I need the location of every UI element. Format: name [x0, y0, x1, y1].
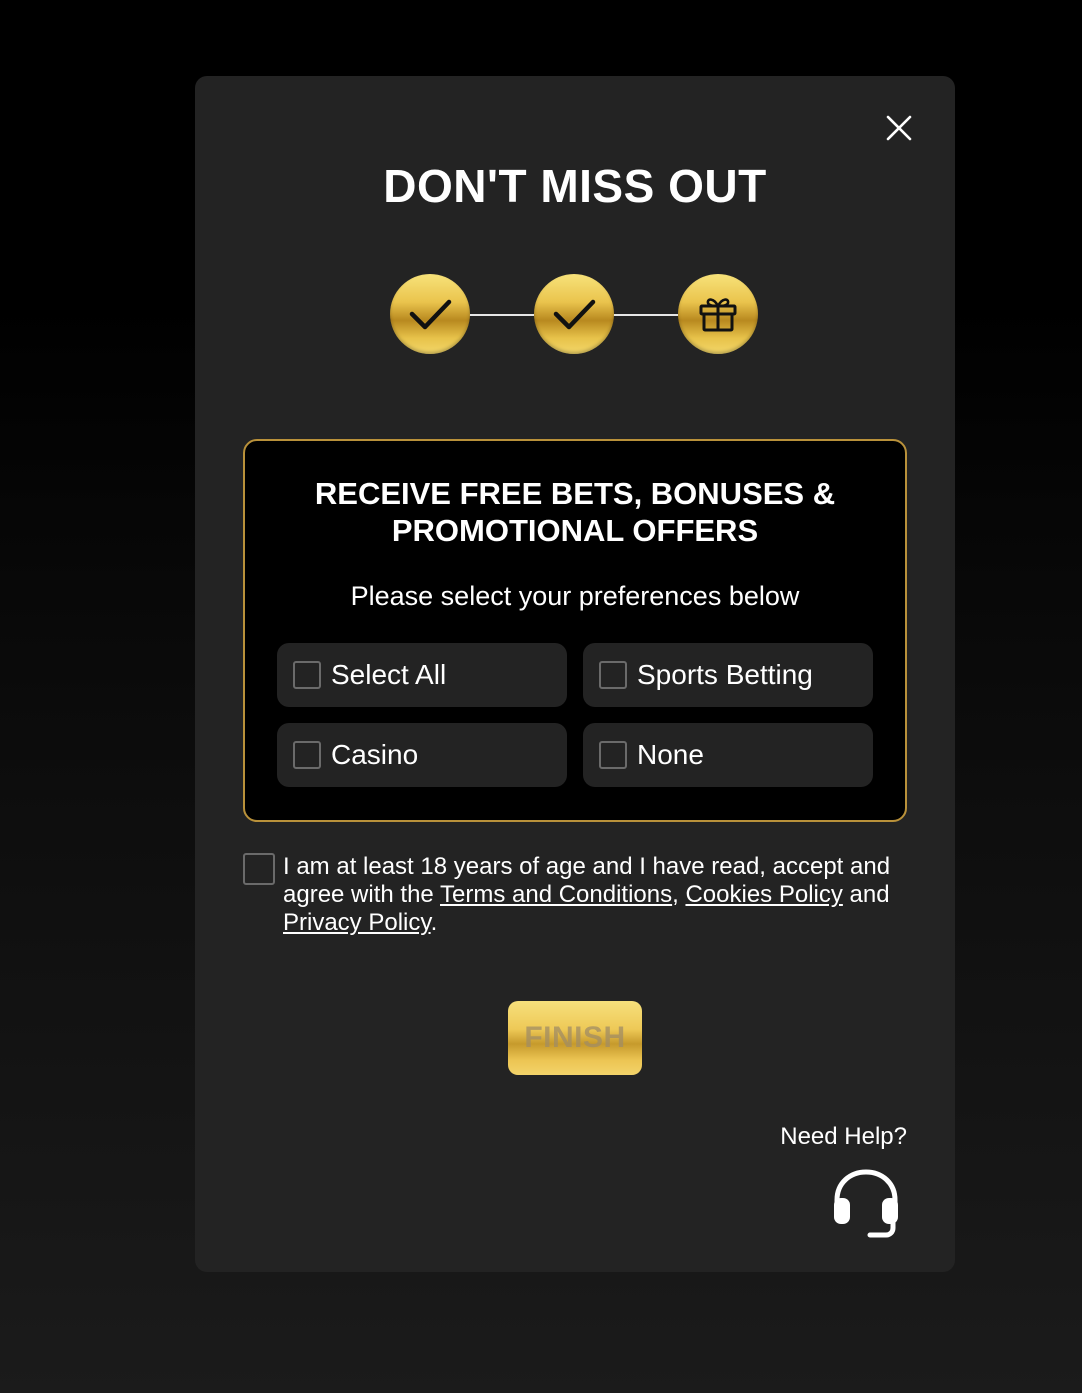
option-label: None — [637, 739, 704, 770]
close-icon — [886, 115, 912, 141]
option-label: Casino — [331, 739, 419, 770]
need-help-label: Need Help? — [780, 1123, 907, 1150]
terms-and-conditions-link[interactable]: Terms and Conditions — [440, 881, 672, 908]
none-checkbox[interactable] — [599, 741, 627, 769]
headset-icon — [834, 1169, 898, 1238]
offers-title-line-2: PROMOTIONAL OFFERS — [391, 513, 759, 548]
option-label: Select All — [331, 659, 447, 690]
terms-end: . — [430, 909, 438, 936]
gift-icon — [699, 298, 737, 332]
step-3-current — [678, 274, 758, 354]
option-sports-betting[interactable]: Sports Betting — [583, 643, 873, 707]
step-connector — [612, 314, 678, 316]
casino-checkbox[interactable] — [293, 741, 321, 769]
privacy-policy-link[interactable]: Privacy Policy — [283, 909, 431, 936]
option-label: Sports Betting — [637, 659, 813, 690]
checkmark-icon — [553, 299, 596, 330]
help-button[interactable] — [831, 1168, 901, 1240]
step-1-complete — [390, 274, 470, 354]
terms-and-text: and — [842, 881, 890, 908]
sports-betting-checkbox[interactable] — [599, 661, 627, 689]
option-select-all[interactable]: Select All — [277, 643, 567, 707]
option-none[interactable]: None — [583, 723, 873, 787]
progress-stepper — [390, 274, 760, 356]
modal-title: DON'T MISS OUT — [383, 160, 767, 212]
select-all-checkbox[interactable] — [293, 661, 321, 689]
checkmark-icon — [409, 299, 452, 330]
terms-checkbox[interactable] — [243, 853, 275, 885]
close-button[interactable] — [883, 112, 915, 144]
step-2-complete — [534, 274, 614, 354]
cookies-policy-link[interactable]: Cookies Policy — [685, 881, 842, 908]
offers-title: RECEIVE FREE BETS, BONUSES & PROMOTIONAL… — [245, 475, 905, 549]
offers-title-line-1: RECEIVE FREE BETS, BONUSES & — [314, 476, 836, 511]
offers-panel: RECEIVE FREE BETS, BONUSES & PROMOTIONAL… — [243, 439, 907, 822]
offers-subtitle: Please select your preferences below — [350, 581, 800, 611]
step-connector — [468, 314, 534, 316]
terms-separator: , — [672, 881, 686, 908]
preferences-modal: DON'T MISS OUT RECEIVE FREE BETS, BONUSE… — [195, 76, 955, 1272]
terms-text: I am at least 18 years of age and I have… — [283, 853, 893, 937]
option-casino[interactable]: Casino — [277, 723, 567, 787]
finish-button[interactable]: FINISH — [508, 1001, 642, 1075]
